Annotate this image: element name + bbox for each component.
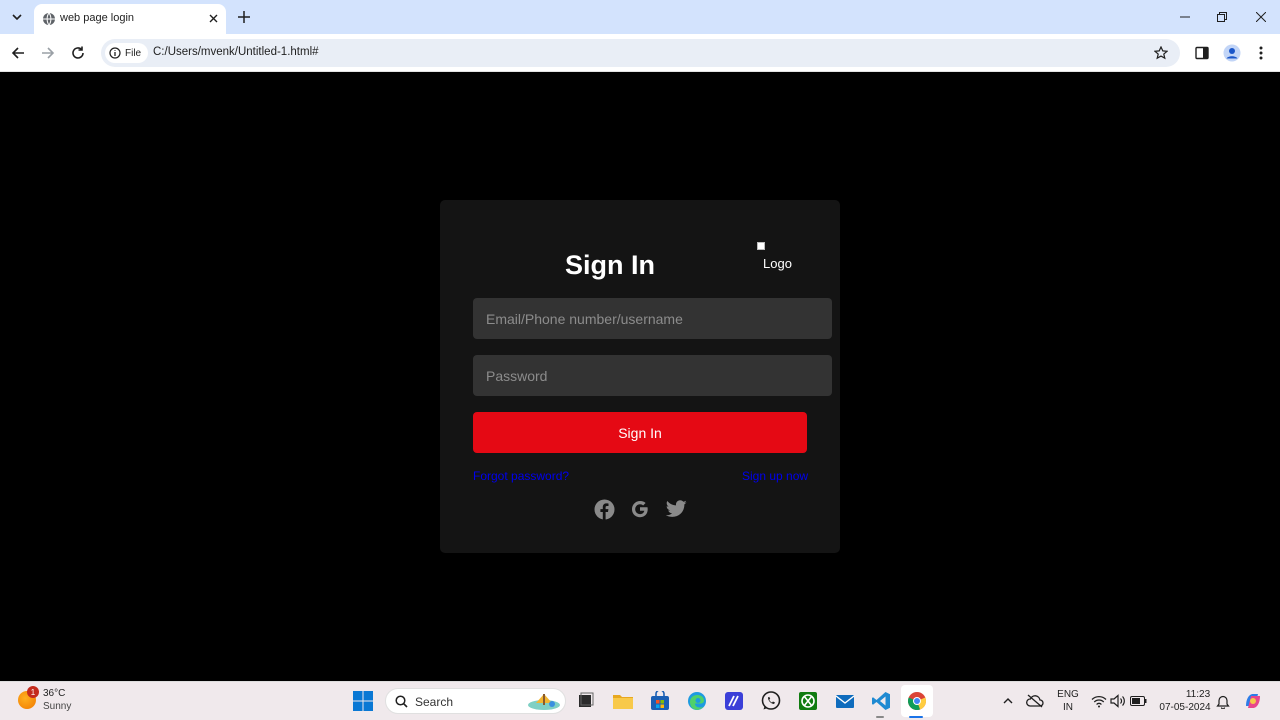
- tab-title: web page login: [60, 12, 135, 24]
- taskbar-search-box[interactable]: Search: [385, 688, 566, 714]
- notification-badge: 1: [27, 686, 39, 698]
- search-label: Search: [415, 695, 454, 709]
- close-window-icon[interactable]: [1252, 8, 1270, 26]
- broken-image-icon: [757, 242, 765, 250]
- kebab-menu-icon[interactable]: [1251, 43, 1271, 63]
- facebook-icon[interactable]: [593, 498, 615, 520]
- clock-time[interactable]: 11:23: [1183, 689, 1213, 700]
- globe-icon: [42, 12, 56, 26]
- chevron-up-icon[interactable]: [996, 689, 1020, 713]
- forgot-password-link[interactable]: Forgot password?: [473, 469, 569, 483]
- new-tab-plus-icon[interactable]: [234, 7, 254, 27]
- mail-icon[interactable]: [833, 689, 857, 713]
- chrome-icon[interactable]: [905, 689, 929, 713]
- password-field[interactable]: [473, 355, 832, 396]
- power-automate-icon[interactable]: [722, 689, 746, 713]
- windows-start-icon[interactable]: [351, 689, 375, 713]
- file-explorer-icon[interactable]: [611, 689, 635, 713]
- windows-taskbar: 1 36°C Sunny Search ENG IN 11:23 07-05-2…: [0, 681, 1280, 720]
- search-icon: [395, 695, 408, 708]
- browser-tab-bar: web page login: [0, 0, 1280, 34]
- url-text[interactable]: C:/Users/mvenk/Untitled-1.html#: [153, 46, 319, 58]
- vscode-running-indicator: [876, 716, 884, 718]
- restore-icon[interactable]: [1213, 8, 1231, 26]
- browser-tab[interactable]: web page login: [34, 4, 226, 34]
- google-icon[interactable]: [629, 498, 651, 520]
- signin-heading: Sign In: [565, 250, 655, 280]
- page-viewport: Sign In Logo Sign In Forgot password? Si…: [0, 73, 1280, 681]
- chrome-active-indicator: [909, 716, 923, 718]
- back-arrow-icon[interactable]: [8, 43, 28, 63]
- language-indicator-top[interactable]: ENG: [1055, 689, 1081, 700]
- language-indicator-bottom[interactable]: IN: [1055, 702, 1081, 713]
- vscode-icon[interactable]: [869, 689, 893, 713]
- twitter-icon[interactable]: [665, 498, 687, 520]
- forward-arrow-icon[interactable]: [38, 43, 58, 63]
- signin-card: Sign In Logo Sign In Forgot password? Si…: [440, 200, 840, 553]
- signin-button[interactable]: Sign In: [473, 412, 807, 453]
- browser-toolbar: File C:/Users/mvenk/Untitled-1.html#: [0, 34, 1280, 72]
- logo-alt-text: Logo: [763, 256, 792, 271]
- profile-avatar-icon[interactable]: [1222, 43, 1242, 63]
- email-field[interactable]: [473, 298, 832, 339]
- minimize-icon[interactable]: [1176, 8, 1194, 26]
- microsoft-store-icon[interactable]: [648, 689, 672, 713]
- close-tab-icon[interactable]: [206, 11, 220, 25]
- edge-icon[interactable]: [685, 689, 709, 713]
- weather-temperature: 36°C: [43, 688, 66, 699]
- info-icon: [109, 47, 121, 59]
- reload-icon[interactable]: [68, 43, 88, 63]
- bookmark-star-icon[interactable]: [1152, 44, 1170, 62]
- address-bar[interactable]: File C:/Users/mvenk/Untitled-1.html#: [101, 39, 1180, 67]
- whatsapp-icon[interactable]: [759, 689, 783, 713]
- file-chip-label: File: [125, 47, 142, 59]
- weather-condition: Sunny: [43, 701, 72, 712]
- notification-bell-icon[interactable]: [1211, 689, 1235, 713]
- onedrive-offline-icon[interactable]: [1023, 689, 1047, 713]
- copilot-icon[interactable]: [1241, 689, 1265, 713]
- clock-date[interactable]: 07-05-2024: [1156, 702, 1214, 713]
- battery-icon[interactable]: [1126, 689, 1150, 713]
- logo-image: Logo: [757, 242, 797, 272]
- search-highlight-icon: [528, 694, 560, 710]
- xbox-icon[interactable]: [796, 689, 820, 713]
- tab-search-icon[interactable]: [6, 7, 28, 27]
- site-info-chip[interactable]: File: [105, 43, 149, 63]
- signup-link[interactable]: Sign up now: [742, 469, 808, 483]
- task-view-icon[interactable]: [574, 689, 598, 713]
- side-panel-icon[interactable]: [1192, 43, 1212, 63]
